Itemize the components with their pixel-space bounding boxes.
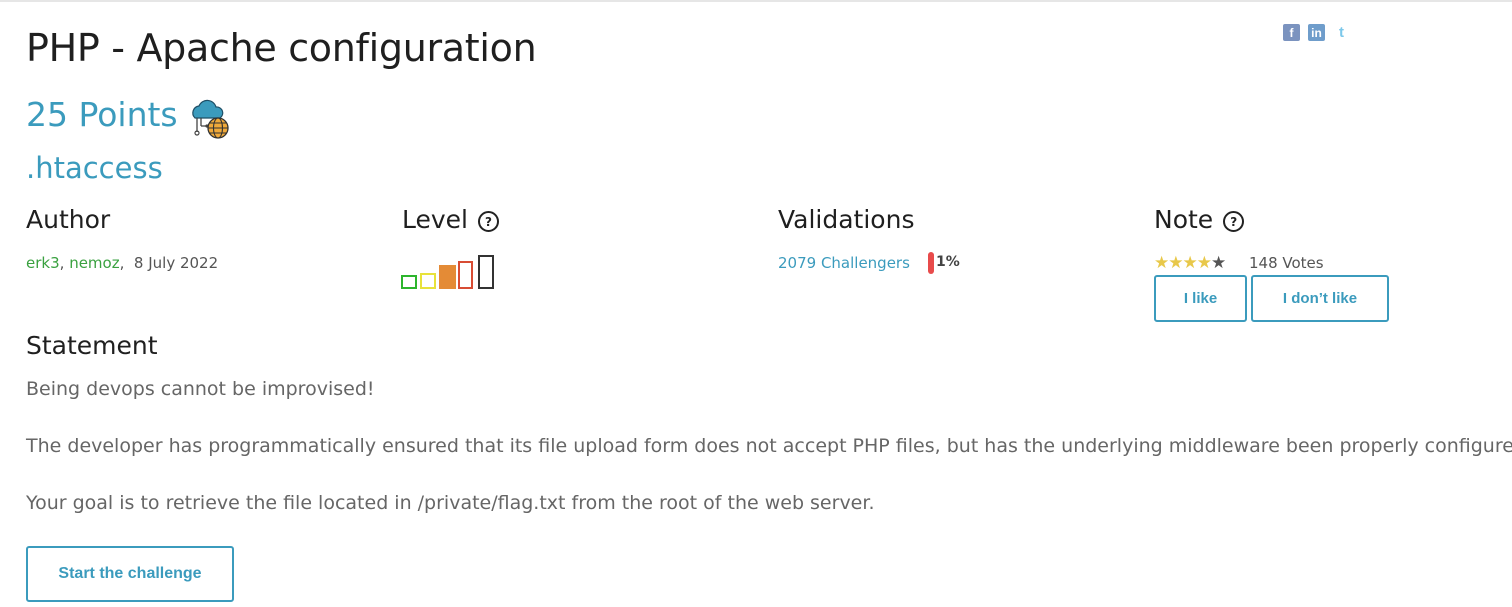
level-heading: Level ? [402,205,499,234]
star-icon: ★ [1211,253,1226,273]
page-title: PHP - Apache configuration [26,26,537,70]
help-icon[interactable]: ? [1223,211,1245,232]
validation-rate: 1% [936,254,960,270]
statement-heading: Statement [26,331,158,360]
rating-stars: ★★★★★ [1154,253,1226,273]
level-bar-2 [420,273,436,289]
challenge-subtitle: .htaccess [26,151,163,185]
author-line: erk3, nemoz, 8 July 2022 [26,254,219,272]
author-link-erk3[interactable]: erk3 [26,254,60,272]
validation-rate-bar [928,252,934,274]
level-bar-1 [401,275,417,289]
publish-date: 8 July 2022 [133,254,219,272]
star-icon: ★ [1196,253,1212,273]
note-heading: Note ? [1154,205,1245,234]
facebook-icon[interactable]: f [1283,24,1300,41]
author-link-nemoz[interactable]: nemoz [69,254,119,272]
level-bar-4 [458,261,473,289]
level-bar-5 [478,255,494,289]
note-heading-label: Note [1154,205,1214,234]
level-bar-3 [439,265,456,289]
star-icon: ★ [1168,253,1183,273]
linkedin-icon[interactable]: in [1308,24,1325,41]
like-button[interactable]: I like [1154,275,1247,322]
validations-heading-label: Validations [778,205,915,234]
star-icon: ★ [1154,253,1169,273]
statement-paragraph: Being devops cannot be improvised! [26,378,375,400]
dislike-button[interactable]: I don’t like [1251,275,1389,322]
vote-count: 148 Votes [1249,254,1324,272]
challenge-points: 25 Points [26,95,178,134]
author-heading: Author [26,205,110,234]
top-border [0,0,1512,2]
cloud-network-globe-icon [192,99,229,139]
twitter-icon[interactable]: t [1333,24,1350,41]
validations-heading: Validations [778,205,914,234]
start-challenge-button[interactable]: Start the challenge [26,546,234,602]
level-heading-label: Level [402,205,468,234]
star-icon: ★ [1182,253,1198,273]
statement-paragraph: Your goal is to retrieve the file locate… [26,492,875,514]
difficulty-level-indicator [401,251,501,289]
author-heading-label: Author [26,205,111,234]
challengers-link[interactable]: 2079 Challengers [778,254,910,272]
statement-paragraph: The developer has programmatically ensur… [26,435,1512,457]
help-icon[interactable]: ? [478,211,499,232]
social-share: f in t [1283,24,1350,41]
